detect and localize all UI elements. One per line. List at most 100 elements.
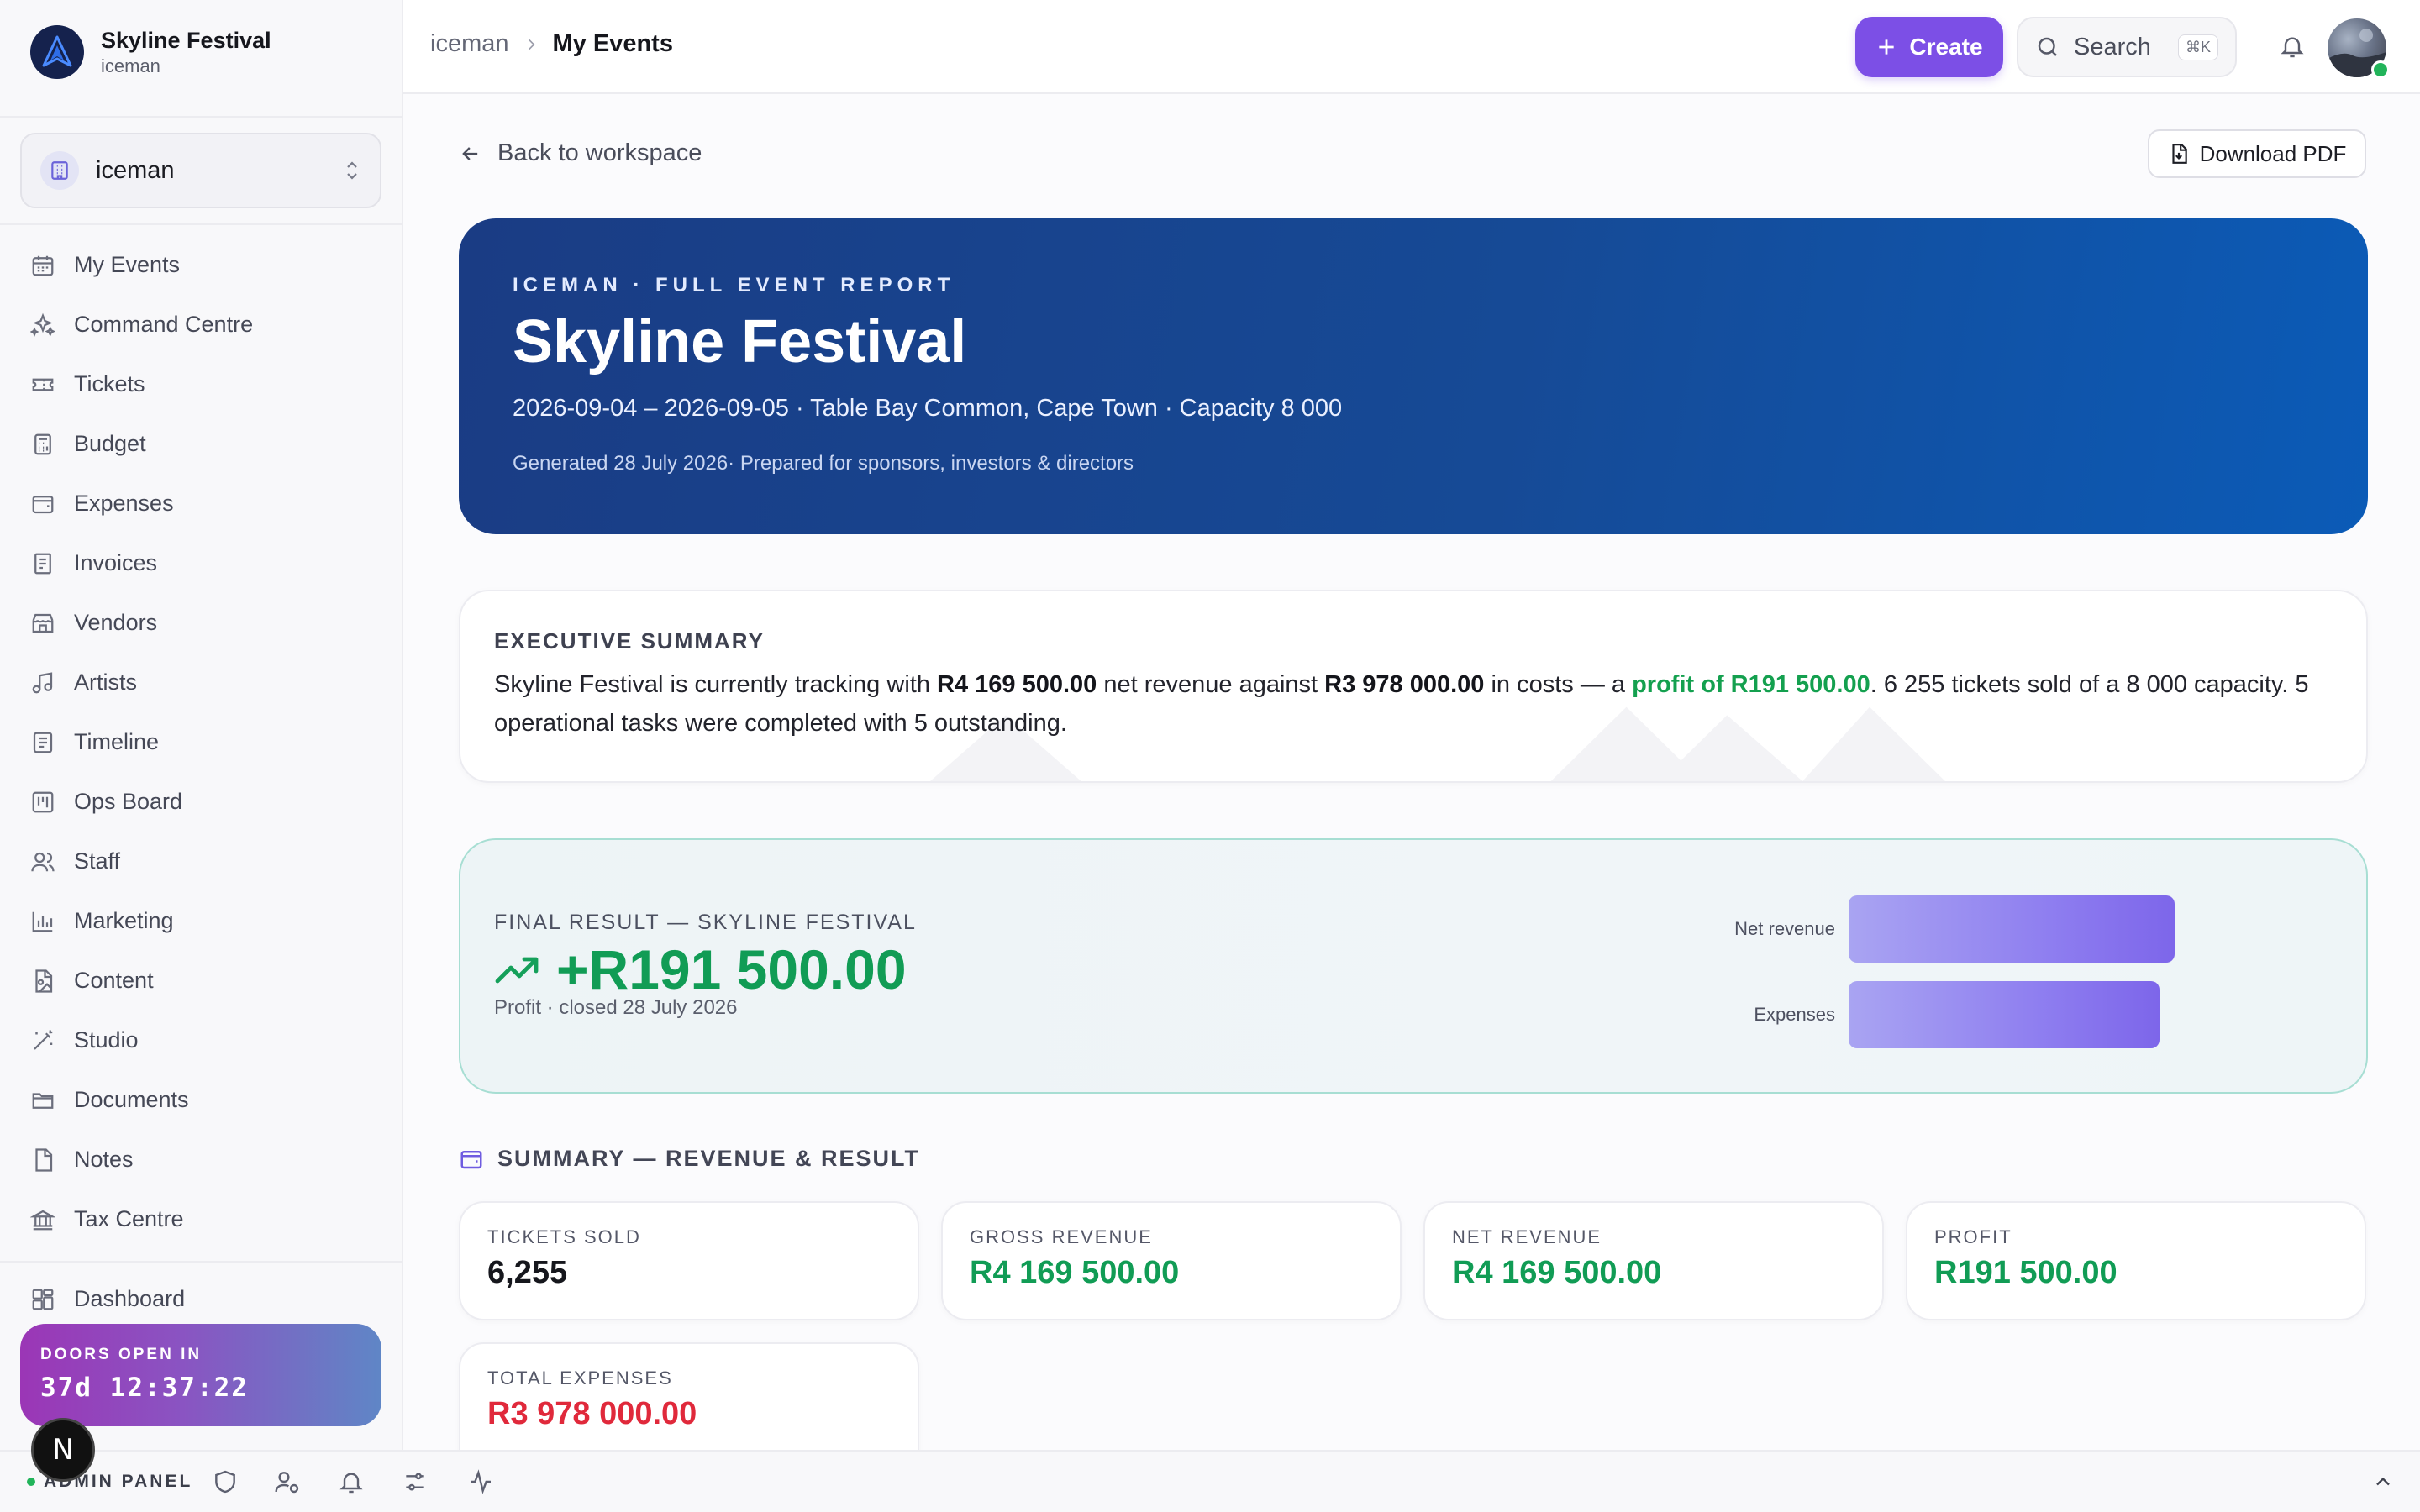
- create-label: Create: [1909, 34, 1983, 60]
- sidebar-item-vendors[interactable]: Vendors: [20, 593, 381, 653]
- divider: [0, 223, 402, 225]
- sidebar-item-tickets[interactable]: Tickets: [20, 354, 381, 414]
- event-report-hero: ICEMAN · FULL EVENT REPORT Skyline Festi…: [459, 218, 2368, 534]
- sidebar: Skyline Festival iceman iceman My Events…: [0, 0, 403, 1450]
- stat-value: R4 169 500.00: [970, 1255, 1180, 1290]
- bar-row-net-revenue: Net revenue: [1704, 895, 2242, 963]
- stat-card-net-revenue: NET REVENUE R4 169 500.00: [1423, 1201, 1884, 1320]
- countdown-label: DOORS OPEN IN: [40, 1346, 203, 1363]
- summary-costs: R3 978 000.00: [1324, 671, 1485, 698]
- create-button[interactable]: Create: [1855, 17, 2003, 77]
- report-generated-note: Generated 28 July 2026· Prepared for spo…: [513, 452, 1134, 475]
- stat-label: TICKETS SOLD: [487, 1226, 641, 1247]
- sidebar-item-label: My Events: [74, 252, 181, 277]
- sidebar-item-expenses[interactable]: Expenses: [20, 474, 381, 533]
- sidebar-item-timeline[interactable]: Timeline: [20, 712, 381, 772]
- search-label: Search: [2074, 33, 2151, 60]
- sidebar-item-label: Tax Centre: [74, 1206, 184, 1231]
- divider: [0, 116, 402, 118]
- file-image-icon: [35, 969, 53, 993]
- brand-name: Skyline Festival: [101, 28, 271, 53]
- ticket-icon: [32, 378, 54, 391]
- sidebar-item-content[interactable]: Content: [20, 951, 381, 1011]
- summary-profit: profit of R191 500.00: [1632, 671, 1870, 698]
- sliders-icon[interactable]: [402, 1468, 429, 1495]
- sidebar-item-my-events[interactable]: My Events: [20, 235, 381, 295]
- sidebar-item-notes[interactable]: Notes: [20, 1130, 381, 1189]
- user-settings-icon[interactable]: [274, 1468, 301, 1495]
- summary-section-title: SUMMARY — REVENUE & RESULT: [497, 1146, 921, 1171]
- summary-section-header: SUMMARY — REVENUE & RESULT: [459, 1146, 920, 1172]
- download-pdf-label: Download PDF: [2199, 140, 2347, 166]
- layout-icon: [32, 1289, 54, 1310]
- sidebar-item-label: Vendors: [74, 610, 158, 635]
- stat-card-tickets-sold: TICKETS SOLD 6,255: [459, 1201, 919, 1320]
- sidebar-item-staff[interactable]: Staff: [20, 832, 381, 891]
- sidebar-item-label: Studio: [74, 1027, 139, 1053]
- chevron-right-icon: [528, 39, 535, 50]
- online-status-dot: [2371, 60, 2390, 79]
- summary-net-revenue: R4 169 500.00: [937, 671, 1097, 698]
- wallet-icon: [460, 1150, 482, 1168]
- sparkles-icon: [30, 312, 55, 337]
- hero-eyebrow: ICEMAN · FULL EVENT REPORT: [513, 274, 955, 297]
- executive-summary-text: Skyline Festival is currently tracking w…: [494, 671, 2309, 737]
- workspace-select[interactable]: iceman: [20, 133, 381, 208]
- sidebar-item-label: Expenses: [74, 491, 174, 516]
- final-result-label: FINAL RESULT — SKYLINE FESTIVAL: [494, 911, 917, 934]
- countdown-time: 37d 12:37:22: [40, 1373, 249, 1403]
- admin-toolbar: ADMIN PANEL: [0, 1450, 2420, 1512]
- net-revenue-bar: [1849, 895, 2175, 963]
- download-pdf-button[interactable]: Download PDF: [2148, 129, 2366, 178]
- back-to-workspace-link[interactable]: Back to workspace: [459, 139, 702, 167]
- sidebar-item-studio[interactable]: Studio: [20, 1011, 381, 1070]
- sidebar-nav: My Events Command Centre Tickets Budget …: [0, 235, 402, 1329]
- stat-value: R3 978 000.00: [487, 1396, 697, 1431]
- sidebar-item-invoices[interactable]: Invoices: [20, 533, 381, 593]
- stat-label: GROSS REVENUE: [970, 1226, 1153, 1247]
- sidebar-item-marketing[interactable]: Marketing: [20, 891, 381, 951]
- sidebar-item-label: Timeline: [74, 729, 160, 754]
- search-shortcut: ⌘K: [2177, 34, 2218, 60]
- sidebar-item-budget[interactable]: Budget: [20, 414, 381, 474]
- breadcrumb-parent[interactable]: iceman: [430, 30, 509, 58]
- trending-up-icon: [495, 957, 539, 984]
- status-dot: [27, 1478, 35, 1486]
- notifications-bell-icon[interactable]: [2279, 32, 2306, 60]
- main-content: Back to workspace Download PDF ICEMAN · …: [403, 94, 2420, 1450]
- sidebar-item-tax-centre[interactable]: Tax Centre: [20, 1189, 381, 1249]
- sidebar-item-label: Staff: [74, 848, 121, 874]
- sidebar-item-command-centre[interactable]: Command Centre: [20, 295, 381, 354]
- sidebar-item-label: Marketing: [74, 908, 174, 933]
- wallet-icon: [32, 495, 54, 513]
- sidebar-item-label: Tickets: [74, 371, 145, 396]
- stat-label: PROFIT: [1934, 1226, 2012, 1247]
- search-button[interactable]: Search ⌘K: [2017, 17, 2237, 77]
- sidebar-item-artists[interactable]: Artists: [20, 653, 381, 712]
- sidebar-item-label: Notes: [74, 1147, 134, 1172]
- revenue-expense-bars: Net revenue Expenses: [1704, 894, 2242, 1062]
- sidebar-item-dashboard[interactable]: Dashboard: [20, 1269, 381, 1329]
- final-result-note: Profit · closed 28 July 2026: [494, 996, 738, 1019]
- stat-value: 6,255: [487, 1255, 568, 1290]
- festival-logo: [30, 25, 84, 79]
- building-icon: [40, 151, 79, 190]
- landmark-icon: [30, 1210, 55, 1230]
- dev-badge[interactable]: N: [31, 1418, 95, 1482]
- shield-icon[interactable]: [212, 1468, 239, 1495]
- top-header: iceman My Events Create Search ⌘K: [403, 0, 2420, 94]
- bar-label: Net revenue: [1734, 918, 1835, 939]
- chevron-up-icon[interactable]: [2371, 1470, 2395, 1494]
- sidebar-item-ops-board[interactable]: Ops Board: [20, 772, 381, 832]
- users-icon: [31, 852, 55, 871]
- stat-card-profit: PROFIT R191 500.00: [1906, 1201, 2366, 1320]
- sidebar-item-documents[interactable]: Documents: [20, 1070, 381, 1130]
- doors-countdown[interactable]: DOORS OPEN IN 37d 12:37:22: [20, 1324, 381, 1426]
- stat-card-gross-revenue: GROSS REVENUE R4 169 500.00: [941, 1201, 1402, 1320]
- bell-icon[interactable]: [338, 1468, 365, 1495]
- breadcrumb: iceman My Events: [430, 30, 673, 58]
- activity-icon[interactable]: [467, 1468, 494, 1495]
- brand[interactable]: Skyline Festival iceman: [30, 25, 271, 79]
- expenses-bar: [1849, 981, 2160, 1048]
- event-meta: 2026-09-04 – 2026-09-05 · Table Bay Comm…: [513, 395, 1343, 422]
